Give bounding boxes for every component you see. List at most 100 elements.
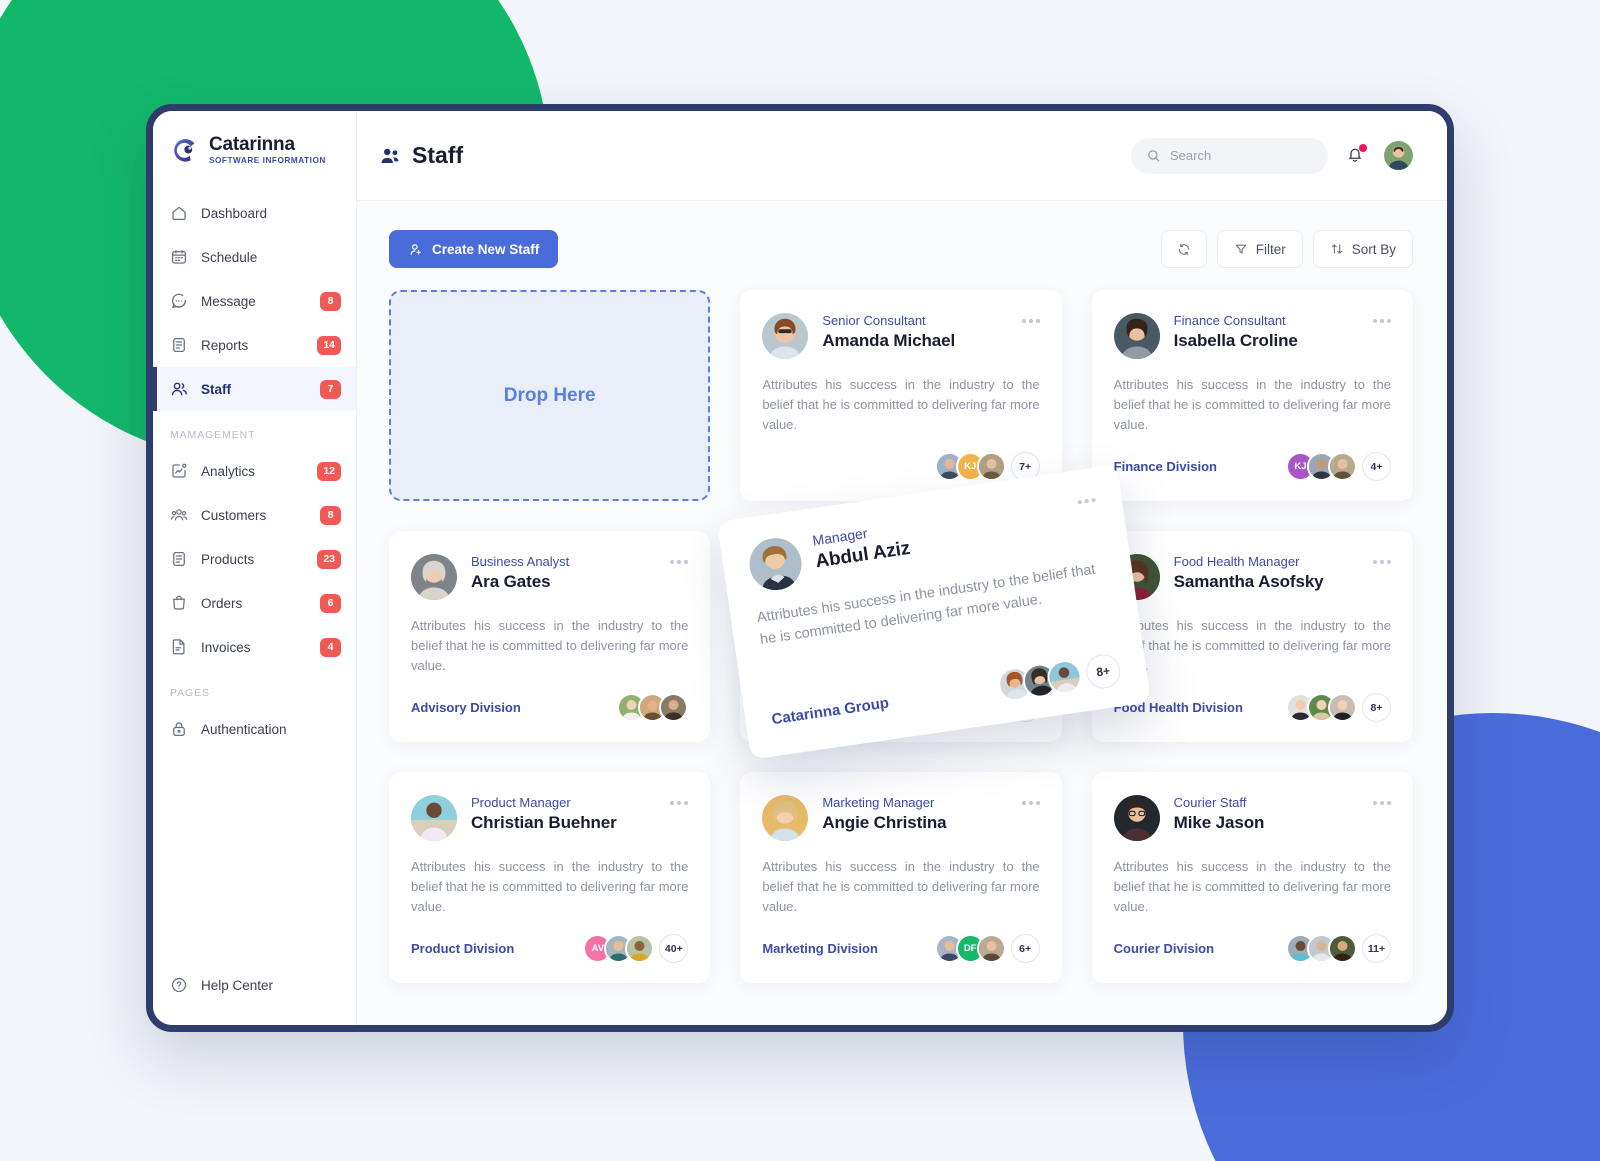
member-avatar-stack[interactable] (617, 693, 689, 722)
card-header: Product Manager Christian Buehner (411, 795, 689, 841)
sidebar-section-management: MAMAGEMENT (170, 429, 256, 442)
card-identity: Business Analyst Ara Gates (471, 554, 569, 592)
toolbar-right: Filter Sort By (1160, 230, 1413, 268)
calendar-icon (170, 248, 188, 266)
staff-avatar (762, 313, 809, 359)
staff-division: Product Division (411, 941, 515, 956)
member-avatar-stack[interactable]: 11+ (1286, 934, 1391, 963)
brand-name: Catarinna (209, 134, 295, 155)
sidebar: Catarinna SOFTWARE INFORMATION Dashboard… (153, 111, 357, 1025)
member-avatar-stack[interactable]: KJ 7+ (934, 452, 1040, 481)
card-menu-button[interactable] (670, 795, 689, 805)
member-avatar-stack[interactable]: KJ 4+ (1286, 452, 1391, 481)
sidebar-item-analytics[interactable]: Analytics 12 (153, 449, 356, 493)
catarinna-logo-icon (170, 135, 200, 165)
staff-role: Marketing Manager (822, 795, 935, 810)
sidebar-item-label: Orders (201, 595, 243, 611)
sidebar-item-message[interactable]: Message 8 (153, 279, 356, 323)
sidebar-item-invoices[interactable]: Invoices 4 (153, 625, 356, 669)
staff-division: Advisory Division (411, 700, 521, 715)
search-input[interactable] (1170, 148, 1313, 163)
card-header: Business Analyst Ara Gates (411, 554, 689, 600)
member-avatar-stack[interactable]: 8+ (995, 652, 1123, 704)
sidebar-item-help-center[interactable]: Help Center (153, 963, 356, 1007)
card-menu-button[interactable] (1021, 795, 1040, 805)
staff-card[interactable]: Courier Staff Mike Jason Attributes his … (1091, 772, 1413, 983)
staff-card[interactable]: Finance Consultant Isabella Croline Attr… (1091, 290, 1413, 501)
sidebar-badge: 6 (320, 593, 341, 613)
card-menu-button[interactable] (670, 554, 689, 564)
sidebar-item-label: Products (201, 551, 255, 567)
card-identity: Product Manager Christian Buehner (471, 795, 617, 833)
card-footer: Product Division AV 40+ (411, 934, 689, 963)
sidebar-item-schedule[interactable]: Schedule (153, 235, 356, 279)
search-box[interactable] (1131, 137, 1328, 174)
staff-role: Food Health Manager (1173, 554, 1300, 569)
sidebar-item-staff[interactable]: Staff 7 (153, 367, 356, 412)
sidebar-item-label: Help Center (201, 977, 274, 993)
page-title-wrap: Staff (379, 142, 463, 169)
staff-card[interactable]: Product Manager Christian Buehner Attrib… (389, 772, 711, 983)
member-avatar-stack[interactable]: 8+ (1286, 693, 1391, 722)
card-menu-button[interactable] (1373, 554, 1391, 564)
sidebar-item-label: Message (201, 293, 256, 309)
notification-button[interactable] (1345, 142, 1368, 168)
staff-name: Isabella Croline (1173, 331, 1298, 350)
member-more-count: 8+ (1083, 652, 1123, 691)
avatar[interactable] (1384, 141, 1413, 170)
staff-card[interactable]: Senior Consultant Amanda Michael Attribu… (740, 290, 1062, 501)
sidebar-item-products[interactable]: Products 23 (153, 537, 356, 581)
create-new-staff-button[interactable]: Create New Staff (389, 230, 559, 268)
sidebar-item-orders[interactable]: Orders 6 (153, 581, 356, 625)
home-icon (170, 204, 188, 222)
member-avatar (659, 693, 689, 722)
card-identity: Courier Staff Mike Jason (1174, 795, 1265, 833)
card-menu-button[interactable] (1373, 313, 1391, 323)
sidebar-item-customers[interactable]: Customers 8 (153, 493, 356, 537)
card-menu-button[interactable] (1021, 313, 1040, 323)
card-identity: Senior Consultant Amanda Michael (822, 313, 955, 351)
lock-icon (170, 720, 188, 738)
member-avatar-stack[interactable]: DF 6+ (934, 934, 1040, 963)
card-footer: Advisory Division (411, 693, 689, 722)
sort-by-button[interactable]: Sort By (1312, 230, 1413, 268)
card-identity: Manager Abdul Aziz (811, 519, 911, 573)
staff-description: Attributes his success in the industry t… (1113, 377, 1391, 432)
staff-card[interactable]: Marketing Manager Angie Christina Attrib… (740, 772, 1062, 983)
refresh-button[interactable] (1160, 230, 1207, 268)
drop-zone[interactable]: Drop Here (389, 290, 711, 501)
card-footer: Courier Division 11+ (1114, 934, 1391, 963)
customers-icon (170, 506, 188, 524)
card-menu-button[interactable] (1373, 795, 1391, 805)
staff-role: Product Manager (471, 795, 571, 810)
sidebar-item-reports[interactable]: Reports 14 (153, 323, 356, 367)
sidebar-item-label: Invoices (201, 639, 251, 655)
toolbar: Create New Staff Filter Sort By (389, 230, 1413, 268)
sidebar-badge: 4 (320, 637, 341, 657)
member-more-count: 6+ (1010, 934, 1040, 963)
sidebar-badge: 8 (320, 291, 341, 311)
sort-icon (1330, 242, 1344, 256)
filter-label: Filter (1255, 241, 1286, 257)
sidebar-item-dashboard[interactable]: Dashboard (153, 191, 356, 235)
bag-icon (170, 594, 188, 612)
card-header: Finance Consultant Isabella Croline (1113, 313, 1391, 359)
staff-card[interactable]: Business Analyst Ara Gates Attributes hi… (389, 531, 711, 742)
member-avatar (1328, 452, 1357, 481)
card-menu-button[interactable] (1077, 492, 1096, 505)
sidebar-management-nav: Analytics 12 Customers 8 Products 23 Ord… (153, 449, 356, 669)
staff-division: Courier Division (1113, 941, 1215, 956)
notification-dot (1358, 142, 1368, 153)
staff-division: Catarinna Group (770, 693, 890, 728)
help-icon (170, 976, 188, 994)
member-more-count: 40+ (659, 934, 689, 963)
sidebar-item-authentication[interactable]: Authentication (153, 707, 356, 751)
filter-button[interactable]: Filter (1216, 230, 1303, 268)
sidebar-badge: 12 (317, 461, 341, 481)
card-identity: Marketing Manager Angie Christina (822, 795, 946, 833)
topbar-right (1131, 137, 1413, 174)
page-title: Staff (412, 142, 464, 168)
member-avatar-stack[interactable]: AV 40+ (583, 934, 689, 963)
card-header: Marketing Manager Angie Christina (762, 795, 1040, 841)
chat-icon (170, 292, 188, 310)
